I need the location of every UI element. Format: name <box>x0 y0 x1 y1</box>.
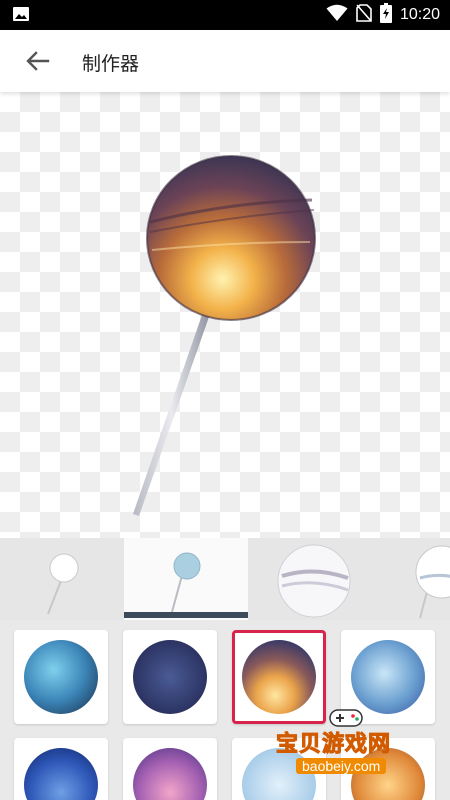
texture-card-deep-blue[interactable] <box>14 738 108 800</box>
texture-card-sky-blue[interactable] <box>14 630 108 724</box>
page-title: 制作器 <box>82 53 140 75</box>
selected-indicator <box>124 612 248 618</box>
editor-canvas[interactable] <box>0 92 450 538</box>
template-strip <box>0 538 450 620</box>
status-bar: 10:20 <box>0 0 450 30</box>
status-time: 10:20 <box>399 6 440 23</box>
watermark-text: 宝贝游戏网 <box>275 732 392 758</box>
app-bar: 制作器 <box>0 30 450 92</box>
arrow-left-icon[interactable] <box>22 46 54 76</box>
no-sim-icon <box>356 4 372 26</box>
thumb-lollipop-white-partial[interactable] <box>372 538 450 620</box>
texture-card-sunset[interactable] <box>232 630 326 724</box>
image-icon <box>12 6 30 22</box>
lollipop-preview <box>133 155 316 516</box>
battery-charging-icon <box>379 3 392 27</box>
texture-card-pink-purple[interactable] <box>123 738 217 800</box>
watermark-url: baobeiy.com <box>296 758 387 774</box>
texture-card-navy[interactable] <box>123 630 217 724</box>
thumb-candy-ball-white[interactable] <box>248 538 372 620</box>
thumb-lollipop-blue-small[interactable] <box>124 538 248 620</box>
wifi-icon <box>326 4 348 26</box>
watermark: 宝贝游戏网 baobeiy.com <box>274 709 444 782</box>
thumb-lollipop-white-small[interactable] <box>0 538 124 620</box>
